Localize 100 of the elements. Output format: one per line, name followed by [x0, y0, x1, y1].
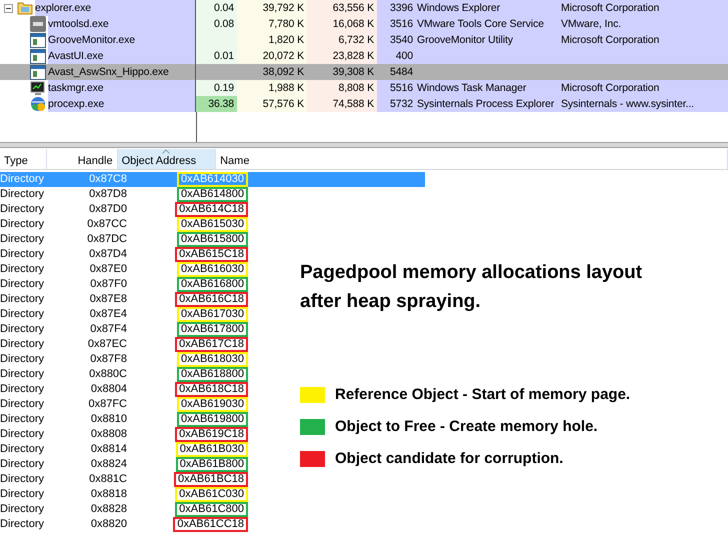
- table-row[interactable]: Directory 0x8820 0xAB61CC18: [0, 517, 255, 532]
- address-cell: 0xAB619C18: [175, 427, 248, 442]
- table-cell: 39,792 K: [237, 0, 307, 16]
- table-cell-text: Directory: [0, 337, 46, 352]
- table-cell: 20,072 K: [237, 48, 307, 64]
- table-cell-text: Windows Task Manager: [417, 81, 526, 96]
- address-cell: 0xAB61BC18: [174, 472, 248, 487]
- table-cell-text: Directory: [0, 382, 46, 397]
- process-name[interactable]: GrooveMonitor.exe: [48, 32, 195, 48]
- table-cell-text: 5516: [389, 81, 413, 96]
- column-header[interactable]: Object Address: [118, 149, 216, 169]
- table-cell-text: 0x87D8: [88, 187, 128, 202]
- table-cell-text: Directory: [0, 442, 46, 457]
- table-cell: 0.01: [196, 48, 237, 64]
- table-cell-text: Directory: [0, 217, 46, 232]
- table-cell: 1,988 K: [237, 80, 307, 96]
- address-cell: 0xAB614800: [177, 187, 248, 202]
- table-cell: 63,556 K: [307, 0, 377, 16]
- table-cell-text: VMware Tools Core Service: [417, 17, 544, 32]
- address-cell: 0xAB61CC18: [173, 517, 248, 532]
- table-cell: Microsoft Corporation: [561, 34, 660, 46]
- table-cell-text: Directory: [0, 397, 46, 412]
- address-cell: 0xAB615030: [177, 217, 248, 232]
- address-cell: 0xAB617C18: [175, 337, 248, 352]
- table-cell: 38,092 K: [237, 64, 307, 80]
- table-cell-text: Directory: [0, 277, 46, 292]
- table-cell: 8,808 K: [307, 80, 377, 96]
- table-cell-text: Directory: [0, 322, 46, 337]
- app-icon: [30, 16, 46, 32]
- table-cell-text: Directory: [0, 247, 46, 262]
- table-cell-text: 0x87E8: [88, 292, 128, 307]
- table-cell: 16,068 K: [307, 16, 377, 32]
- table-cell-text: 5732: [389, 97, 413, 112]
- address-cell: 0xAB616030: [177, 262, 248, 277]
- table-cell-text: 0x87F8: [89, 352, 128, 367]
- table-cell-text: Directory: [0, 172, 46, 187]
- table-cell-text: 0x87EC: [86, 337, 128, 352]
- address-cell: 0xAB619030: [177, 397, 248, 412]
- table-cell: VMware, Inc.: [561, 18, 622, 30]
- process-name[interactable]: vmtoolsd.exe: [48, 16, 195, 32]
- sort-caret-icon: [162, 149, 170, 154]
- table-cell-text: 0x8804: [90, 382, 128, 397]
- table-cell-text: 0x87C8: [88, 172, 128, 187]
- table-cell-text: 0x87D0: [88, 202, 128, 217]
- process-name[interactable]: taskmgr.exe: [48, 80, 195, 96]
- table-cell-text: 0x8808: [90, 427, 128, 442]
- table-cell-text: Directory: [0, 412, 46, 427]
- address-cell: 0xAB614C18: [175, 202, 248, 217]
- monitor-icon: [30, 80, 46, 96]
- table-cell-text: 0x8824: [90, 457, 128, 472]
- table-cell: 57,576 K: [237, 96, 307, 112]
- address-cell: 0xAB617030: [177, 307, 248, 322]
- table-cell-text: Directory: [0, 487, 46, 502]
- table-cell-text: 0x87E4: [88, 307, 128, 322]
- table-cell-text: 0x87D4: [88, 247, 128, 262]
- table-cell-text: 0x881C: [88, 472, 128, 487]
- expander-toggle[interactable]: [4, 4, 13, 12]
- address-cell: 0xAB616C18: [175, 292, 248, 307]
- legend-label: Reference Object - Start of memory page.: [335, 386, 630, 403]
- table-cell-text: GrooveMonitor Utility: [417, 33, 513, 48]
- address-cell: 0xAB618030: [177, 352, 248, 367]
- table-cell: 39,308 K: [307, 64, 377, 80]
- table-cell: 1,820 K: [237, 32, 307, 48]
- address-cell: 0xAB61B800: [176, 457, 248, 472]
- table-cell-text: 0x8814: [90, 442, 128, 457]
- table-cell-text: 0x87CC: [86, 217, 128, 232]
- table-cell-text: 0x87FC: [87, 397, 128, 412]
- address-cell: 0xAB61C030: [175, 487, 248, 502]
- table-cell: 7,780 K: [237, 16, 307, 32]
- table-cell-text: 0x87E0: [88, 262, 128, 277]
- table-cell-text: Sysinternals Process Explorer: [417, 97, 554, 112]
- minus-icon: [6, 6, 11, 10]
- address-cell: 0xAB618800: [177, 367, 248, 382]
- address-cell: 0xAB614030: [177, 172, 248, 187]
- table-cell-text: 0x880C: [88, 367, 128, 382]
- table-cell-text: 0x8810: [90, 412, 128, 427]
- table-cell-text: Directory: [0, 502, 46, 517]
- table-cell-text: Directory: [0, 262, 46, 277]
- address-cell: 0xAB616800: [177, 277, 248, 292]
- address-cell: 0xAB615800: [177, 232, 248, 247]
- table-cell-text: Directory: [0, 352, 46, 367]
- table-cell-text: 3540: [389, 33, 413, 48]
- table-cell-text: Directory: [0, 457, 46, 472]
- process-name[interactable]: procexp.exe: [48, 96, 195, 112]
- table-cell-text: 0x87DC: [86, 232, 128, 247]
- legend-label: Object candidate for corruption.: [335, 450, 564, 467]
- table-cell-text: 0x8820: [90, 517, 128, 532]
- address-cell: 0xAB618C18: [175, 382, 248, 397]
- process-name[interactable]: explorer.exe: [35, 0, 195, 16]
- table-cell-text: Windows Explorer: [417, 1, 500, 16]
- process-name[interactable]: AvastUI.exe: [48, 48, 195, 64]
- table-cell: 6,732 K: [307, 32, 377, 48]
- table-cell-text: 0x8828: [90, 502, 128, 517]
- table-cell-text: Directory: [0, 232, 46, 247]
- table-cell-text: Directory: [0, 517, 46, 532]
- table-cell-text: 0x87F4: [89, 322, 128, 337]
- table-cell-text: Directory: [0, 202, 46, 217]
- table-cell-text: 400: [394, 49, 413, 64]
- address-cell: 0xAB61B030: [176, 442, 248, 457]
- address-cell: 0xAB619800: [177, 412, 248, 427]
